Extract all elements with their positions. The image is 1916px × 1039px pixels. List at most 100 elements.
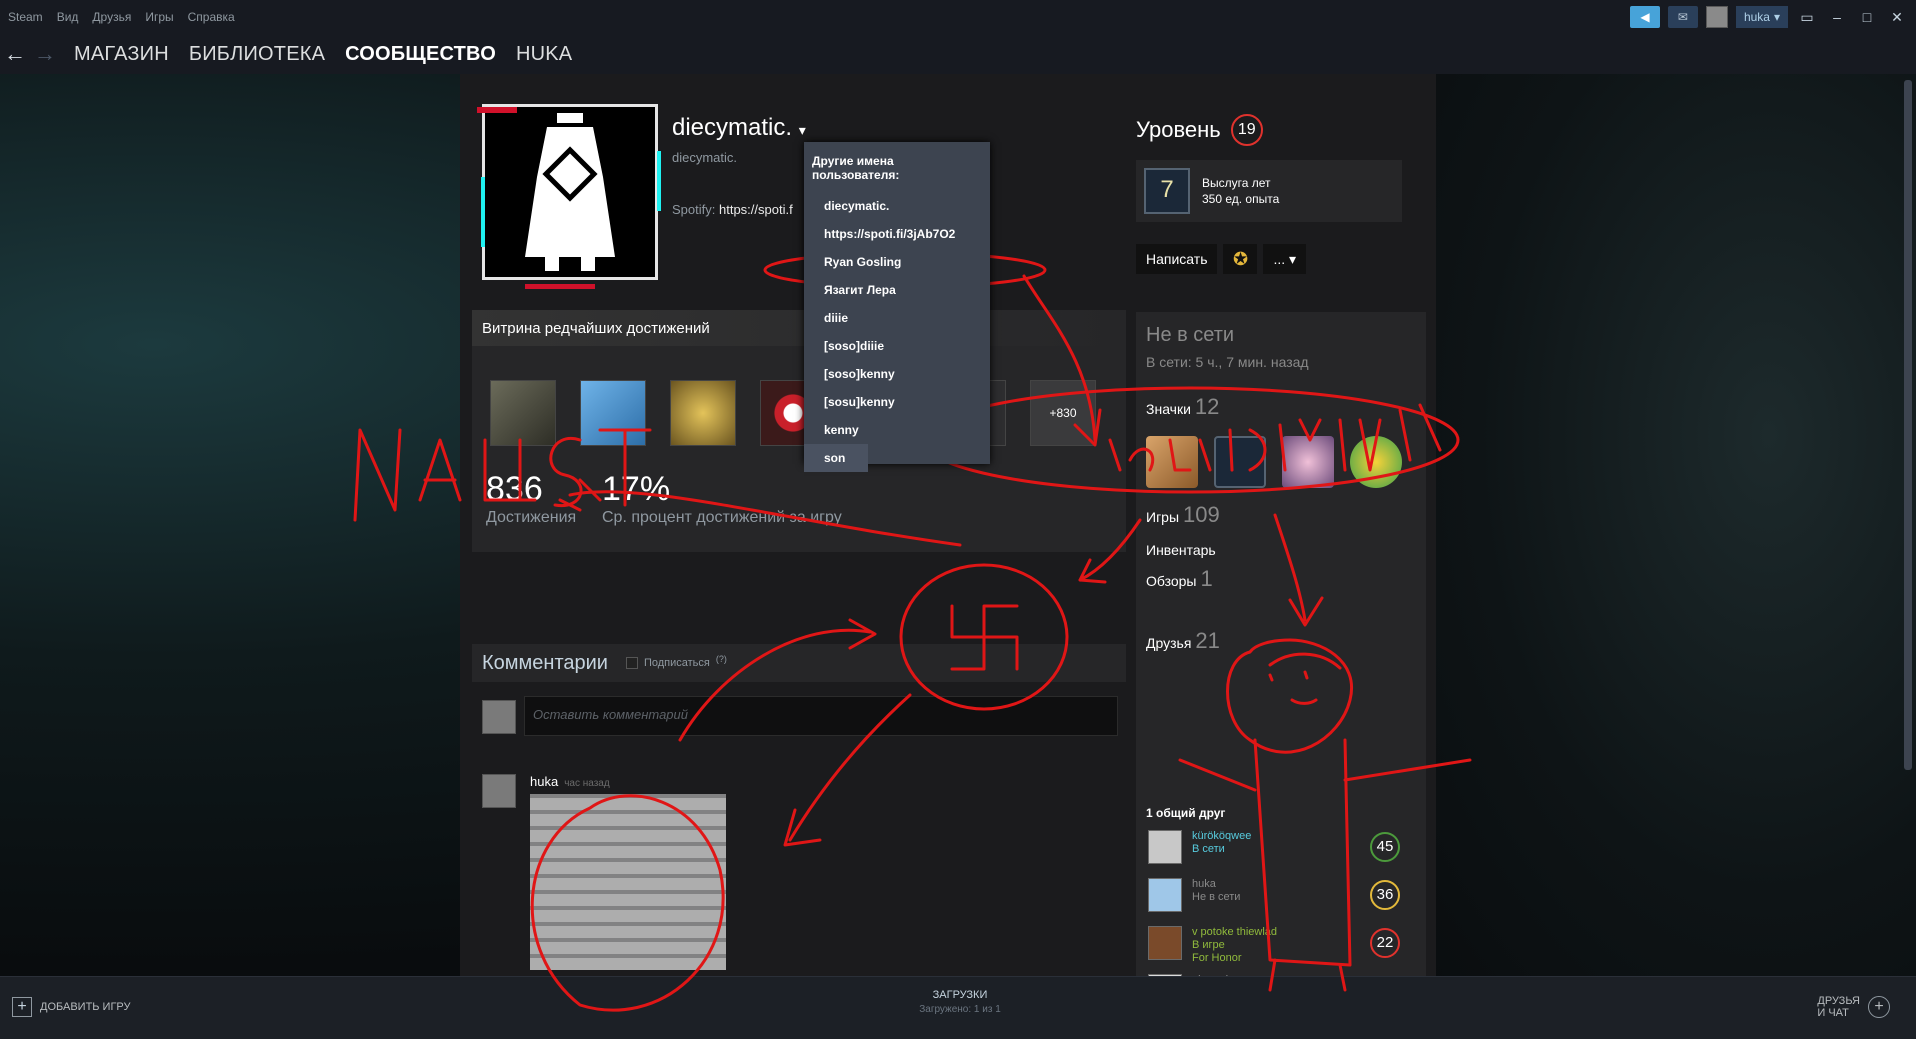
friend-avatar[interactable] [1148, 926, 1182, 960]
games-label: Игры [1146, 509, 1180, 525]
big-picture-icon[interactable]: ▭ [1796, 9, 1818, 26]
avatar-glitch [477, 107, 517, 113]
achievements-stat: 836 Достижения [486, 470, 576, 527]
years-of-service-icon: 7 [1144, 168, 1190, 214]
featured-badge[interactable]: 7 Выслуга лет 350 ед. опыта [1136, 160, 1402, 222]
achievement-icon[interactable] [670, 380, 736, 446]
subscribe-toggle[interactable]: Подписаться (?) [625, 654, 727, 669]
badges-link[interactable]: Значки 12 [1146, 394, 1219, 420]
chevron-down-icon: ▾ [1773, 10, 1780, 24]
friend-status: В игре [1192, 939, 1225, 951]
user-avatar[interactable] [1705, 6, 1728, 28]
friend-name[interactable]: v potoke thiewlad [1192, 926, 1277, 938]
chevron-down-icon[interactable]: ▾ [799, 122, 806, 138]
menu-games[interactable]: Игры [145, 10, 173, 24]
badge-title: Выслуга лет [1202, 176, 1271, 190]
plus-circle-icon: + [1868, 996, 1890, 1018]
menu-friends[interactable]: Друзья [92, 10, 131, 24]
friend-level: 45 [1370, 832, 1400, 862]
subscribe-label: Подписаться [643, 657, 710, 669]
comment-ascii-art [530, 794, 726, 970]
achievements-label: Достижения [486, 509, 577, 526]
friend-name[interactable]: huka [1192, 878, 1216, 890]
menu-view[interactable]: Вид [57, 10, 79, 24]
badge-icon[interactable] [1350, 436, 1402, 488]
badges-label: Значки [1146, 401, 1191, 417]
friend-name[interactable]: kürököqwee [1192, 830, 1251, 842]
nav-community[interactable]: СООБЩЕСТВО [345, 43, 496, 66]
nav-username[interactable]: HUKA [516, 43, 572, 66]
inventory-link[interactable]: Инвентарь [1146, 542, 1216, 558]
friends-link[interactable]: Друзья 21 [1146, 628, 1220, 654]
scrollbar[interactable] [1904, 80, 1912, 770]
help-link[interactable]: (?) [716, 654, 727, 664]
friend-level: 36 [1370, 880, 1400, 910]
add-game-button[interactable]: + ДОБАВИТЬ ИГРУ [12, 997, 131, 1017]
plus-icon: + [12, 997, 32, 1017]
announcement-icon[interactable]: ◀ [1629, 6, 1660, 28]
friends-chat-button[interactable]: ДРУЗЬЯ И ЧАТ + [1817, 995, 1890, 1019]
profile-actions: Написать ✪ ... ▾ [1136, 244, 1307, 274]
friend-game: For Honor [1192, 952, 1242, 964]
badge-icon[interactable] [1146, 436, 1198, 488]
back-arrow-icon[interactable]: ← [0, 41, 30, 67]
nav-store[interactable]: МАГАЗИН [74, 43, 169, 66]
alias-item: [soso]diiie [824, 339, 885, 353]
chevron-down-icon: ▾ [1289, 250, 1297, 267]
achievement-icon[interactable] [490, 380, 556, 446]
badge-icon[interactable] [1214, 436, 1266, 488]
avg-percent-label: Ср. процент достижений за игру [602, 509, 842, 526]
maximize-icon[interactable]: □ [1856, 9, 1878, 25]
alias-item: Язагит Лера [824, 283, 896, 297]
nav-library[interactable]: БИБЛИОТЕКА [189, 43, 325, 66]
account-menu[interactable]: huka ▾ [1735, 6, 1788, 28]
menu-help[interactable]: Справка [188, 10, 235, 24]
app-menu: Steam Вид Друзья Игры Справка [0, 10, 235, 24]
avatar-glitch [657, 151, 661, 211]
subscribe-checkbox[interactable] [625, 657, 638, 669]
comment-author[interactable]: huka час назад [530, 774, 610, 789]
message-button[interactable]: Написать [1136, 244, 1218, 274]
add-game-label: ДОБАВИТЬ ИГРУ [40, 1001, 131, 1013]
badge-icon[interactable] [1282, 436, 1334, 488]
friend-avatar[interactable] [1148, 878, 1182, 912]
friend-row[interactable]: kürököqwee В сети 45 [1148, 826, 1418, 866]
badges-count: 12 [1194, 394, 1220, 419]
profile-name[interactable]: diecymatic. ▾ [672, 114, 806, 142]
profile-avatar [477, 104, 661, 289]
more-actions-button[interactable]: ... ▾ [1263, 244, 1307, 274]
friend-row[interactable]: v potoke thiewlad В игре For Honor 22 [1148, 922, 1418, 964]
downloads-button[interactable]: ЗАГРУЗКИ Загружено: 1 из 1 [910, 989, 1010, 1015]
alias-item: diecymatic. [824, 199, 890, 213]
notifications-icon[interactable]: ✉ [1667, 6, 1698, 28]
alias-item: son [804, 444, 868, 472]
avatar-figure-icon [525, 113, 615, 271]
reviews-label: Обзоры [1146, 573, 1197, 589]
friends-count: 21 [1195, 628, 1220, 653]
reviews-link[interactable]: Обзоры 1 [1146, 566, 1213, 592]
friend-avatar[interactable] [1148, 830, 1182, 864]
profile-real-name: diecymatic. [672, 150, 738, 165]
more-achievements-button[interactable]: +830 [1030, 380, 1096, 446]
main-nav: МАГАЗИН БИБЛИОТЕКА СООБЩЕСТВО HUKA [74, 43, 572, 66]
mutual-friends[interactable]: 1 общий друг [1146, 806, 1225, 820]
comment-input[interactable]: Оставить комментарий [524, 696, 1118, 736]
achievement-icon[interactable] [580, 380, 646, 446]
spotify-link[interactable]: https://spoti.f [719, 202, 793, 217]
badge-xp: 350 ед. опыта [1202, 192, 1280, 206]
level-badge: 19 [1230, 114, 1263, 146]
bottom-bar: + ДОБАВИТЬ ИГРУ ЗАГРУЗКИ Загружено: 1 из… [0, 976, 1916, 1039]
menu-steam[interactable]: Steam [8, 10, 43, 24]
close-icon[interactable]: ✕ [1886, 9, 1908, 26]
alias-item: kenny [824, 423, 859, 437]
minimize-icon[interactable]: – [1826, 9, 1848, 25]
last-online: В сети: 5 ч., 7 мин. назад [1146, 354, 1309, 370]
avg-completion-stat: 17% Ср. процент достижений за игру [602, 470, 842, 527]
friend-row[interactable]: huka Не в сети 36 [1148, 874, 1418, 914]
games-link[interactable]: Игры 109 [1146, 502, 1220, 528]
forward-arrow-icon[interactable]: → [30, 41, 60, 67]
comment-author-name: huka [530, 774, 559, 789]
award-icon[interactable]: ✪ [1223, 244, 1258, 274]
achievement-row: +830 [490, 380, 1096, 446]
comment-author-avatar[interactable] [482, 774, 516, 808]
